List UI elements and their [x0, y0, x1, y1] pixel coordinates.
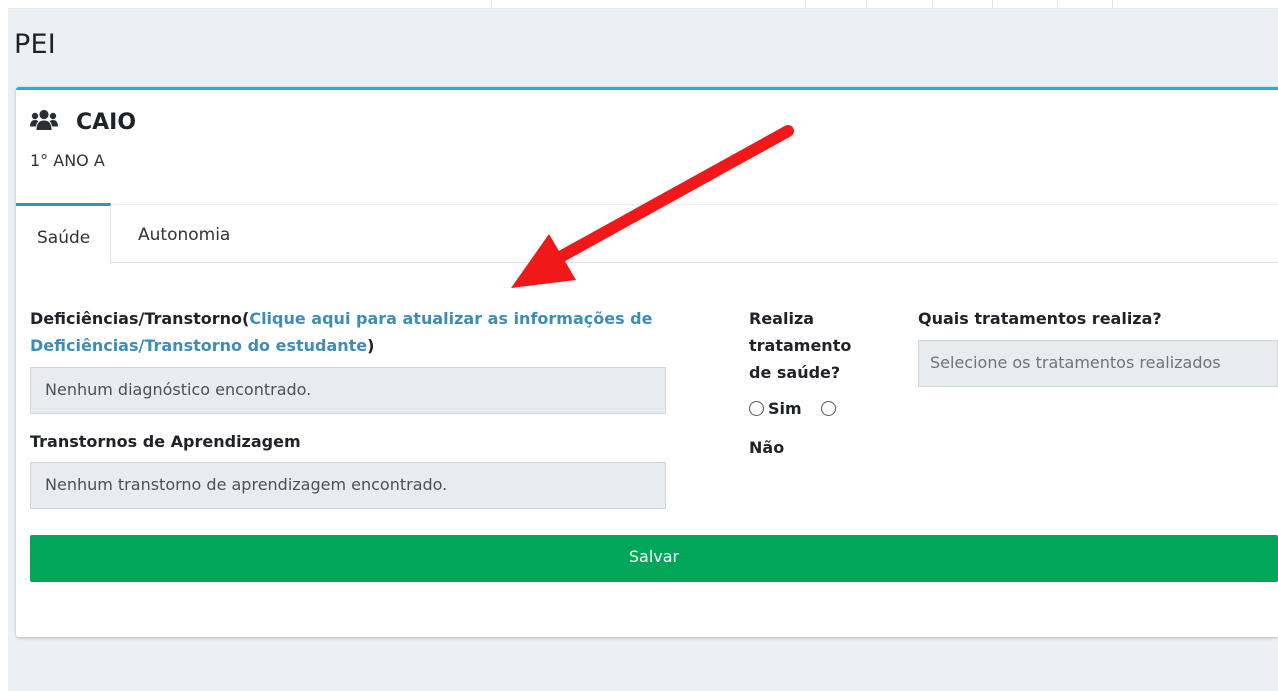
top-navbar-strip	[8, 0, 1278, 9]
tab-autonomia[interactable]: Autonomia	[111, 203, 261, 263]
save-button[interactable]: Salvar	[30, 535, 1278, 582]
student-class: 1° ANO A	[30, 151, 105, 170]
tab-saude[interactable]: Saúde	[16, 203, 111, 264]
radio-nao-label: Não	[749, 438, 785, 457]
deficiencias-label-text: Deficiências/Transtorno(	[30, 309, 250, 328]
radio-sim-label: Sim	[768, 399, 802, 418]
card-header: CAIO 1° ANO A	[16, 90, 1278, 205]
users-icon	[30, 109, 58, 130]
tab-bar: Saúde Autonomia	[16, 203, 1278, 264]
student-name: CAIO	[76, 110, 137, 135]
transtornos-field: Nenhum transtorno de aprendizagem encont…	[30, 462, 666, 509]
radio-nao[interactable]	[820, 401, 836, 416]
transtornos-label: Transtornos de Aprendizagem	[30, 432, 301, 451]
realiza-tratamento-label: Realiza tratamento de saúde?	[749, 309, 852, 382]
tratamento-radio-group: Sim	[749, 399, 836, 421]
student-card: CAIO 1° ANO A Saúde Autonomia Deficiênci…	[16, 87, 1278, 637]
radio-sim[interactable]	[749, 401, 764, 416]
tratamentos-select[interactable]: Selecione os tratamentos realizados	[918, 340, 1278, 387]
deficiencias-field: Nenhum diagnóstico encontrado.	[30, 367, 666, 414]
page-title: PEI	[14, 29, 56, 60]
quais-tratamentos-label: Quais tratamentos realiza?	[918, 309, 1162, 328]
deficiencias-label-close: )	[367, 336, 375, 355]
deficiencias-label: Deficiências/Transtorno(Clique aqui para…	[30, 305, 660, 359]
